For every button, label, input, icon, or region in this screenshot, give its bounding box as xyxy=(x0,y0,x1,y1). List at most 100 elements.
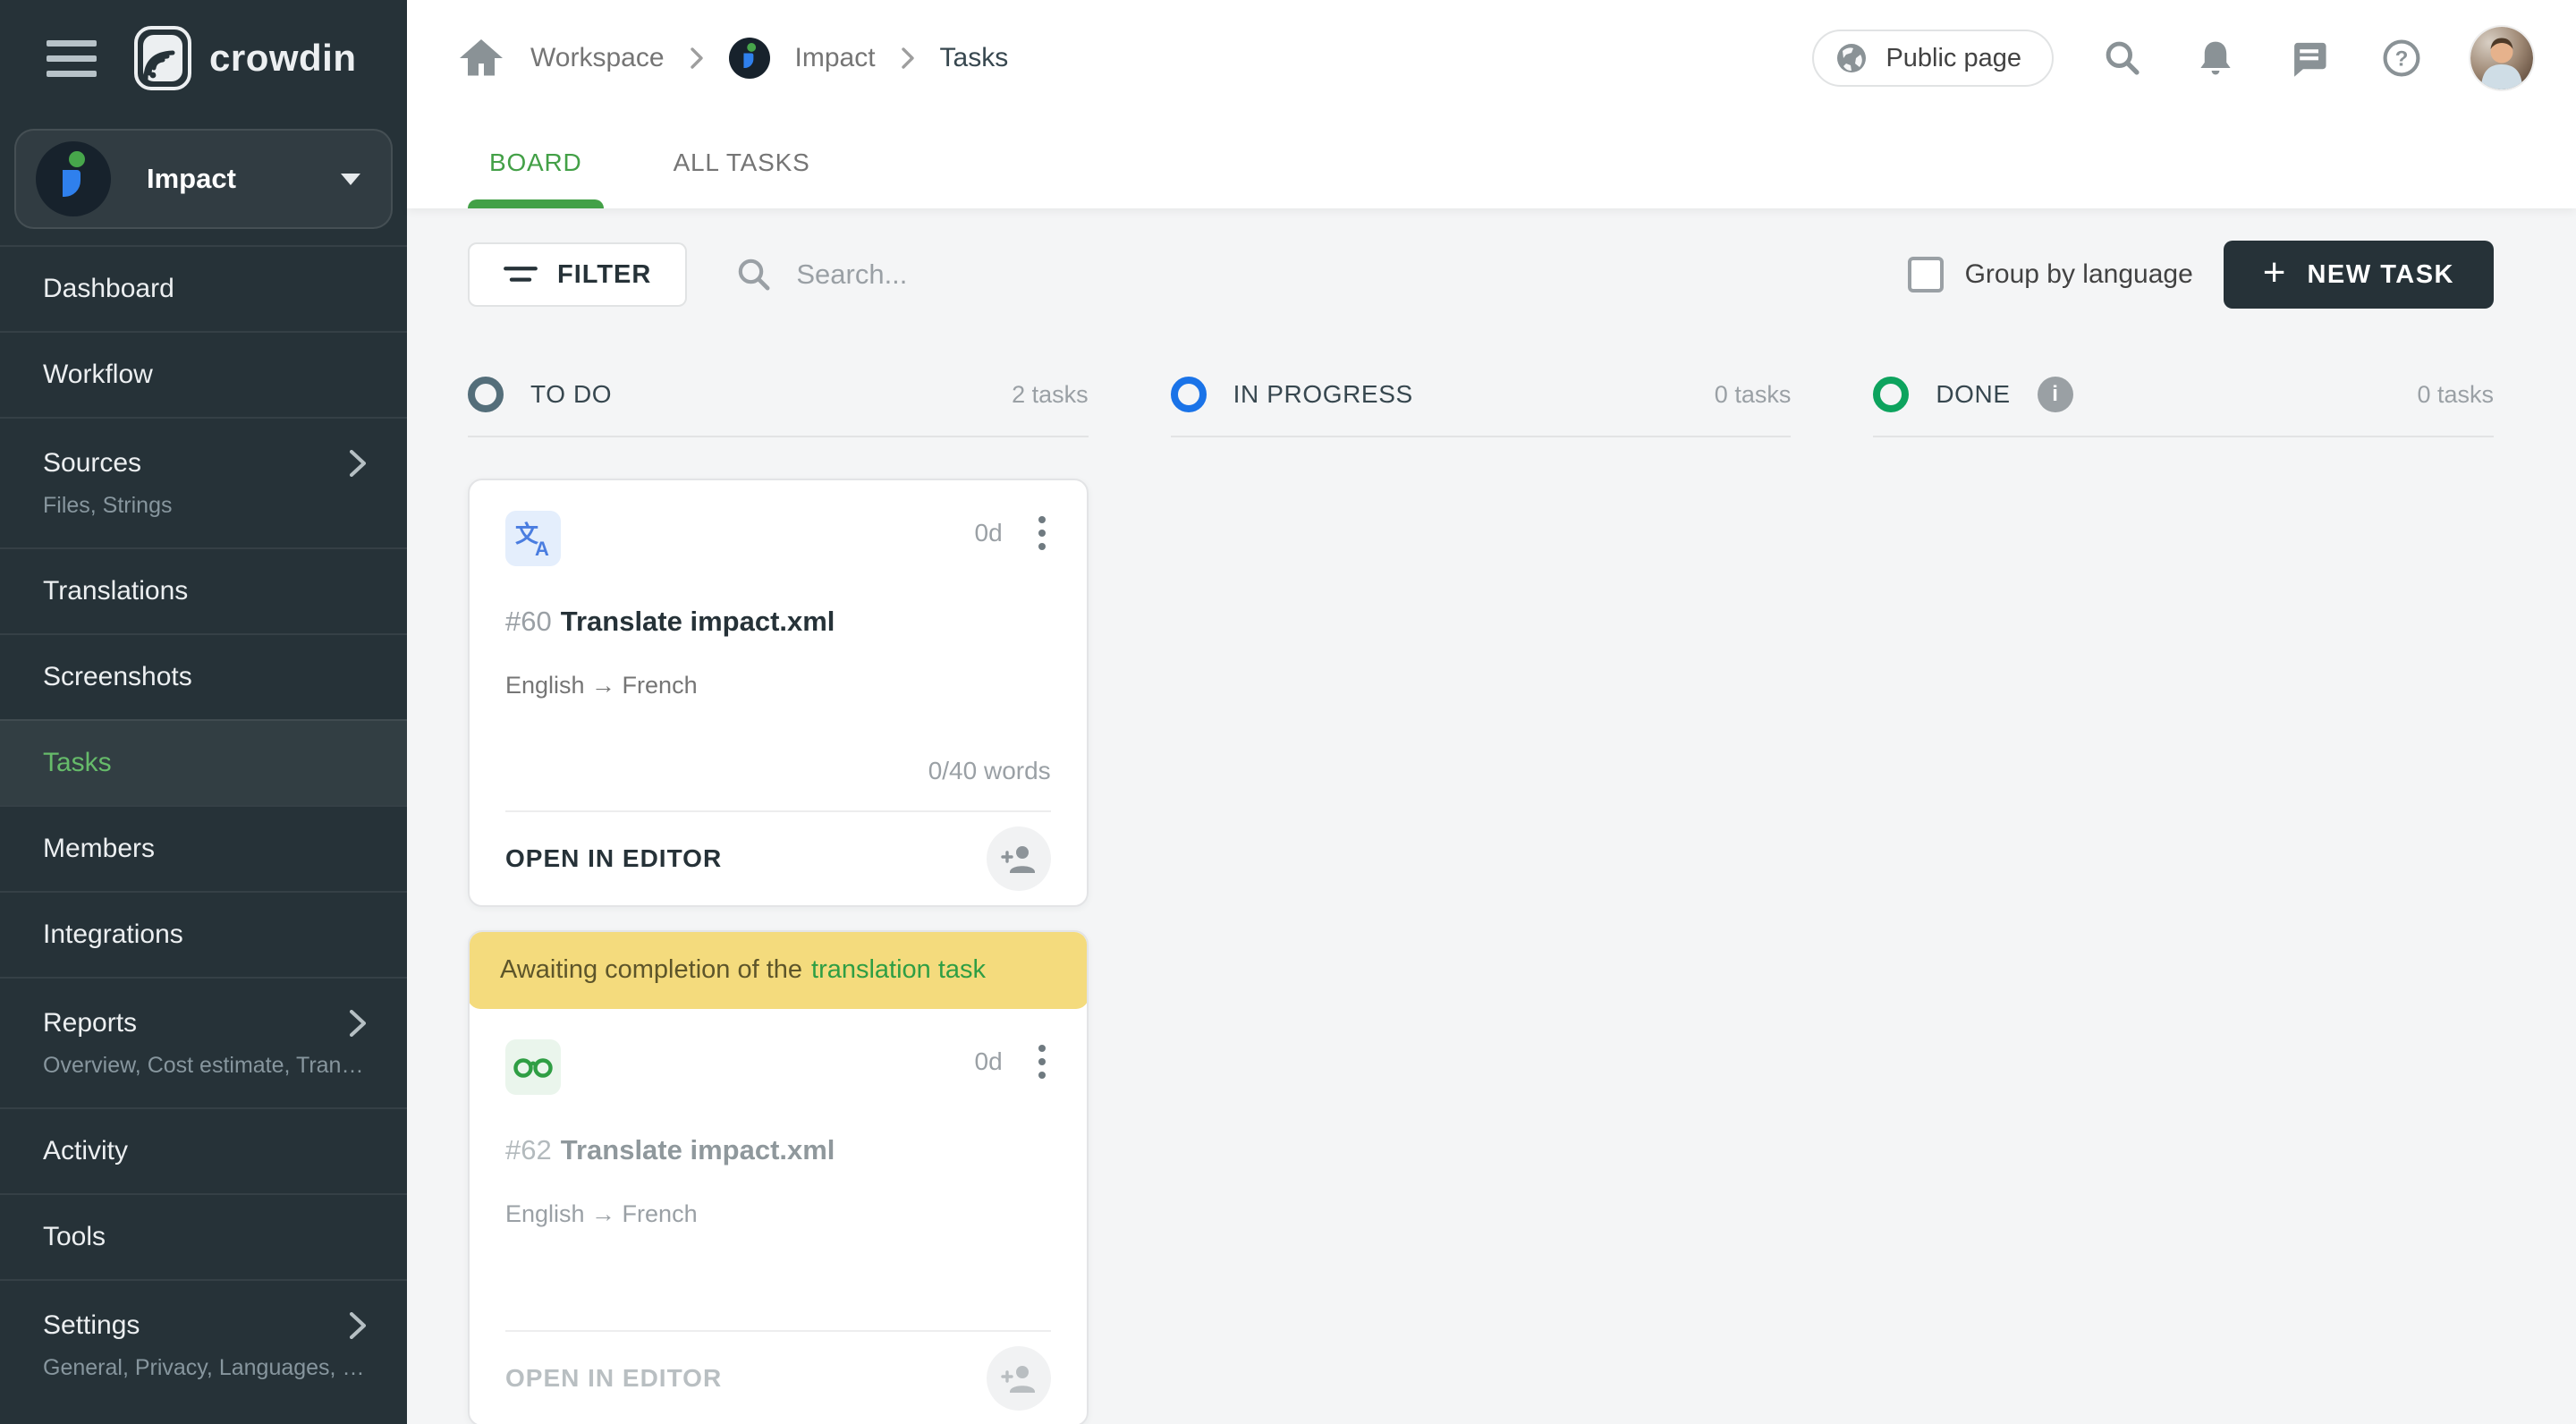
assign-user-button[interactable] xyxy=(986,826,1051,891)
chevron-right-icon xyxy=(350,1311,366,1339)
column-title: DONE xyxy=(1936,380,2011,408)
column-title: TO DO xyxy=(530,380,613,408)
search-field xyxy=(735,256,1907,293)
main-area: Workspace Impact Tasks Public page ? BOA… xyxy=(407,0,2576,1424)
project-name: Impact xyxy=(147,163,236,194)
sidebar-item-label: Dashboard xyxy=(43,274,174,303)
filter-button-label: FILTER xyxy=(557,259,652,289)
sidebar-item-workflow[interactable]: Workflow xyxy=(0,331,407,417)
group-by-language-label: Group by language xyxy=(1964,259,2193,289)
sidebar-item-tasks[interactable]: Tasks xyxy=(0,719,407,805)
chevron-down-icon xyxy=(341,173,360,185)
info-icon[interactable]: i xyxy=(2037,377,2073,412)
sidebar-item-activity[interactable]: Activity xyxy=(0,1107,407,1193)
group-by-language-checkbox[interactable] xyxy=(1907,257,1944,292)
sidebar-item-integrations[interactable]: Integrations xyxy=(0,891,407,977)
awaiting-banner-text: Awaiting completion of the xyxy=(500,954,803,984)
card-menu-icon[interactable] xyxy=(1033,511,1051,555)
app-root: crowdin Impact Dashboard Workflow Source… xyxy=(0,0,2576,1424)
new-task-button[interactable]: + NEW TASK xyxy=(2223,241,2494,309)
task-title[interactable]: #60 Translate impact.xml xyxy=(505,606,1051,638)
chevron-right-icon xyxy=(350,1009,366,1037)
task-name: Translate impact.xml xyxy=(560,606,835,637)
board-content: FILTER Group by language + NEW TASK xyxy=(407,208,2576,1424)
search-input[interactable] xyxy=(796,259,1334,291)
status-ring-in-progress xyxy=(1170,377,1207,412)
search-icon xyxy=(739,259,770,291)
user-avatar[interactable] xyxy=(2470,27,2533,89)
sidebar-item-reports[interactable]: Reports Overview, Cost estimate, Transl… xyxy=(0,977,407,1107)
menu-icon[interactable] xyxy=(47,39,97,77)
group-by-language-toggle[interactable]: Group by language xyxy=(1907,257,2193,292)
due-badge: 0d xyxy=(974,1047,1003,1075)
tabs-bar: BOARD ALL TASKS xyxy=(407,116,2576,208)
kanban-board: TO DO 2 tasks 文A 0d #60 Translate impact… xyxy=(468,377,2495,1424)
column-done: DONE i 0 tasks xyxy=(1873,377,2495,1424)
top-bar: Workspace Impact Tasks Public page ? xyxy=(407,0,2576,116)
assign-user-button[interactable] xyxy=(986,1346,1051,1411)
sidebar-item-label: Sources xyxy=(43,447,142,478)
task-id: #62 xyxy=(505,1134,552,1165)
filter-button[interactable]: FILTER xyxy=(468,242,688,307)
sidebar-item-label: Reports xyxy=(43,1007,138,1038)
task-card-62[interactable]: Awaiting completion of the translation t… xyxy=(468,930,1089,1424)
sidebar-item-settings[interactable]: Settings General, Privacy, Languages, Q… xyxy=(0,1279,407,1410)
project-avatar-small xyxy=(728,38,770,79)
help-icon[interactable]: ? xyxy=(2377,34,2426,82)
column-title: IN PROGRESS xyxy=(1233,380,1413,408)
task-title[interactable]: #62 Translate impact.xml xyxy=(505,1134,1051,1166)
card-menu-icon[interactable] xyxy=(1033,1039,1051,1084)
open-in-editor-link[interactable]: OPEN IN EDITOR xyxy=(505,844,722,873)
column-todo: TO DO 2 tasks 文A 0d #60 Translate impact… xyxy=(468,377,1089,1424)
brand-wordmark: crowdin xyxy=(209,37,357,79)
breadcrumb-current: Tasks xyxy=(939,43,1009,72)
sidebar-item-label: Workflow xyxy=(43,360,153,389)
new-task-label: NEW TASK xyxy=(2307,259,2454,289)
messages-icon[interactable] xyxy=(2284,34,2333,82)
header-actions: Public page ? xyxy=(1812,27,2533,89)
sidebar-item-label: Translations xyxy=(43,576,189,606)
open-in-editor-link[interactable]: OPEN IN EDITOR xyxy=(505,1364,722,1393)
sidebar-item-label: Members xyxy=(43,834,156,863)
status-ring-todo xyxy=(468,377,504,412)
notifications-bell-icon[interactable] xyxy=(2191,34,2240,82)
sidebar-item-sources[interactable]: Sources Files, Strings xyxy=(0,417,407,547)
breadcrumb-project[interactable]: Impact xyxy=(795,43,876,73)
sidebar-item-members[interactable]: Members xyxy=(0,805,407,891)
sidebar-item-dashboard[interactable]: Dashboard xyxy=(0,245,407,331)
sidebar-item-label: Integrations xyxy=(43,920,183,949)
filter-icon xyxy=(504,267,538,282)
breadcrumb-workspace[interactable]: Workspace xyxy=(530,43,665,73)
column-done-header: DONE i 0 tasks xyxy=(1873,377,2495,437)
public-page-button[interactable]: Public page xyxy=(1812,30,2054,87)
column-in-progress: IN PROGRESS 0 tasks xyxy=(1170,377,1792,1424)
sidebar-item-label: Tasks xyxy=(43,748,112,777)
breadcrumb: Workspace Impact Tasks xyxy=(457,34,1008,82)
translation-task-link[interactable]: translation task xyxy=(811,955,986,985)
sidebar-item-tools[interactable]: Tools xyxy=(0,1193,407,1279)
tab-all-tasks-label: ALL TASKS xyxy=(673,148,810,176)
project-selector[interactable]: Impact xyxy=(14,129,393,229)
task-words-progress: 0/40 words xyxy=(928,757,1051,784)
project-avatar xyxy=(36,141,111,216)
tab-all-tasks[interactable]: ALL TASKS xyxy=(657,116,826,208)
svg-text:A: A xyxy=(535,538,549,558)
public-page-label: Public page xyxy=(1885,43,2021,72)
home-icon[interactable] xyxy=(457,34,505,82)
sidebar-item-subtext: Overview, Cost estimate, Transl… xyxy=(43,1052,368,1078)
sidebar-nav: Dashboard Workflow Sources Files, String… xyxy=(0,245,407,1424)
sidebar-item-screenshots[interactable]: Screenshots xyxy=(0,633,407,719)
task-id: #60 xyxy=(505,606,552,637)
crowdin-logo[interactable]: crowdin xyxy=(134,26,357,90)
status-ring-done xyxy=(1873,377,1910,412)
chevron-right-icon xyxy=(901,47,914,69)
column-count: 0 tasks xyxy=(1714,380,1792,408)
column-count: 0 tasks xyxy=(2417,380,2495,408)
search-icon[interactable] xyxy=(2098,34,2147,82)
task-card-60[interactable]: 文A 0d #60 Translate impact.xml English →… xyxy=(468,479,1089,907)
tab-board[interactable]: BOARD xyxy=(468,116,604,208)
proofread-task-icon xyxy=(505,1039,561,1095)
active-tab-underline xyxy=(468,199,604,208)
sidebar-item-translations[interactable]: Translations xyxy=(0,547,407,633)
translate-task-icon: 文A xyxy=(505,511,561,566)
